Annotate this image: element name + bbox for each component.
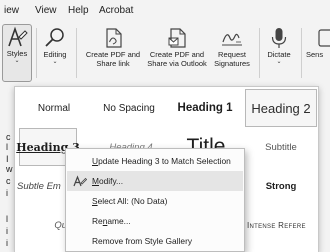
- ribbon-divider: [76, 28, 77, 78]
- style-heading-2[interactable]: Heading 2: [245, 89, 317, 127]
- select-all-item[interactable]: Select All: (No Data): [67, 191, 243, 211]
- style-intense-reference[interactable]: Intense Refere: [247, 206, 317, 244]
- remove-from-gallery-item[interactable]: Remove from Style Gallery: [67, 231, 243, 251]
- document-text-fragment: c: [6, 176, 11, 186]
- dictate-label: Dictate: [267, 50, 291, 59]
- style-strong[interactable]: Strong: [245, 167, 317, 205]
- style-normal[interactable]: Normal: [19, 89, 89, 127]
- signature-icon: [222, 33, 242, 46]
- style-label: Subtle Em: [17, 180, 61, 192]
- menu-item-label: Update Heading 3 to Match Selection: [92, 156, 231, 166]
- request-signatures-label: Request Signatures: [214, 50, 250, 68]
- sensitivity-label: Sens: [306, 50, 324, 59]
- chevron-down-icon: ⌄: [276, 59, 282, 65]
- document-text-fragment: I: [6, 154, 9, 164]
- document-text-fragment: w: [6, 164, 13, 174]
- menu-help[interactable]: Help: [68, 5, 89, 16]
- style-subtitle[interactable]: Subtitle: [245, 128, 317, 166]
- create-pdf-share-link-label: Create PDF and Share link: [85, 50, 141, 68]
- sensitivity-button[interactable]: Sens: [306, 26, 330, 86]
- ribbon-divider: [301, 28, 302, 78]
- menu-item-label: Rename...: [92, 216, 131, 226]
- menu-item-label: Modify...: [92, 176, 124, 186]
- document-left-edge: c l I w c i l i i: [0, 0, 14, 252]
- pdf-link-icon: [106, 28, 122, 48]
- menu-view[interactable]: View: [35, 5, 57, 16]
- style-heading-1[interactable]: Heading 1: [167, 89, 243, 127]
- dictate-button[interactable]: Dictate ⌄: [262, 26, 296, 86]
- document-text-fragment: l: [6, 142, 8, 152]
- editing-label: Editing: [43, 50, 67, 59]
- chevron-down-icon: ⌄: [52, 59, 58, 65]
- style-label: Subtitle: [265, 141, 297, 153]
- update-heading-to-match-item[interactable]: Update Heading 3 to Match Selection: [67, 151, 243, 171]
- style-label: Strong: [265, 180, 297, 192]
- document-text-fragment: c: [6, 132, 11, 142]
- request-signatures-button[interactable]: Request Signatures: [210, 26, 254, 86]
- style-label: No Spacing: [103, 102, 155, 114]
- style-label: Normal: [37, 102, 71, 114]
- create-pdf-share-link-button[interactable]: Create PDF and Share link: [82, 26, 144, 86]
- ribbon: Styles ⌄ Editing ⌄ Create PDF and Share …: [0, 22, 330, 86]
- document-text-fragment: i: [6, 238, 8, 248]
- modify-style-item[interactable]: Modify...: [67, 171, 243, 191]
- sensitivity-icon: [318, 29, 330, 47]
- create-pdf-outlook-label: Create PDF and Share via Outlook: [147, 50, 207, 68]
- menu-item-label: Select All: (No Data): [92, 196, 168, 206]
- style-label: Intense Refere: [247, 220, 306, 230]
- pdf-mail-icon: [168, 28, 186, 48]
- style-label: Heading 2: [251, 100, 311, 116]
- rename-style-item[interactable]: Rename...: [67, 211, 243, 231]
- document-text-fragment: l: [6, 214, 8, 224]
- create-pdf-outlook-button[interactable]: Create PDF and Share via Outlook: [144, 26, 210, 86]
- menu-acrobat[interactable]: Acrobat: [99, 5, 133, 16]
- editing-button[interactable]: Editing ⌄: [38, 26, 72, 86]
- style-no-spacing[interactable]: No Spacing: [91, 89, 167, 127]
- menu-bar: iew View Help Acrobat: [0, 0, 330, 22]
- menu-item-label: Remove from Style Gallery: [92, 236, 193, 246]
- ribbon-divider: [36, 28, 37, 78]
- ribbon-divider: [259, 28, 260, 78]
- document-text-fragment: i: [6, 226, 8, 236]
- microphone-icon: [271, 28, 287, 48]
- pen-a-icon: [73, 175, 87, 187]
- style-label: Heading 1: [177, 102, 233, 114]
- document-text-fragment: i: [6, 188, 8, 198]
- search-icon: [45, 28, 64, 47]
- style-context-menu: Update Heading 3 to Match Selection Modi…: [65, 148, 245, 252]
